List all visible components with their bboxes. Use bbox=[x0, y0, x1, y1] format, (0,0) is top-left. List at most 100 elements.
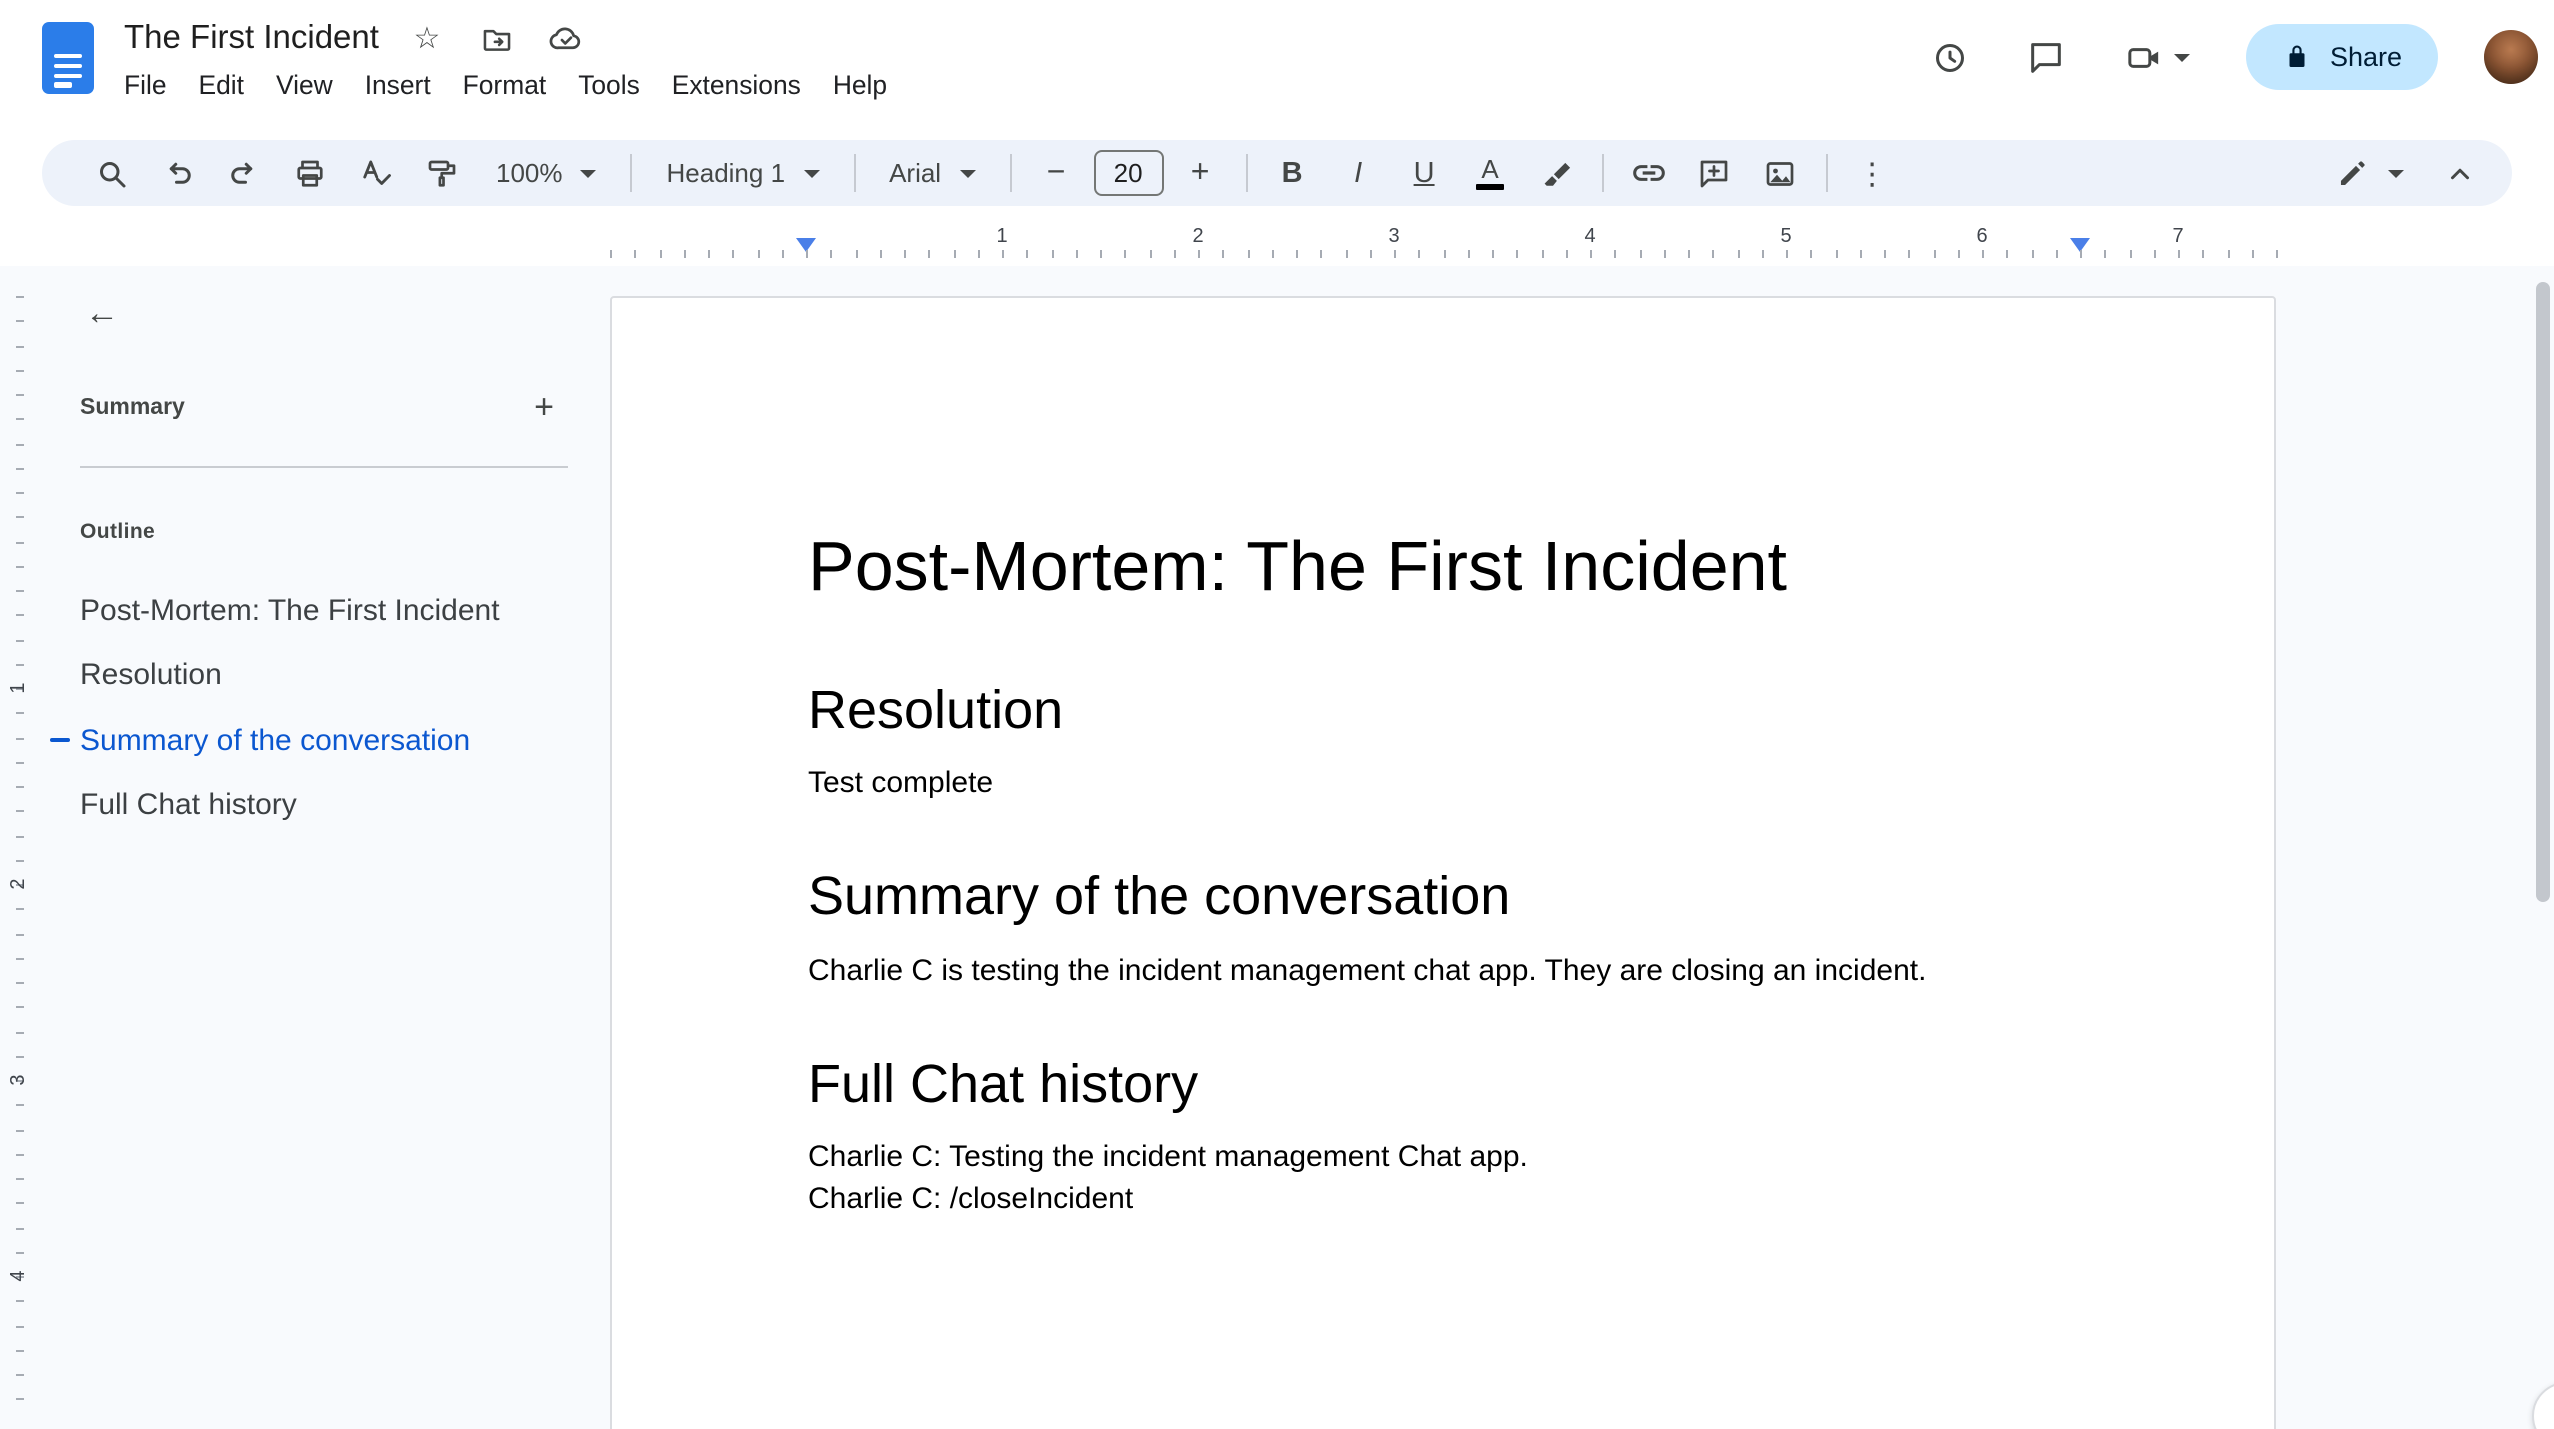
italic-button[interactable]: I bbox=[1332, 147, 1384, 199]
ruler-tick bbox=[1271, 250, 1274, 258]
redo-icon[interactable] bbox=[217, 147, 269, 199]
ruler-tick bbox=[1222, 250, 1225, 258]
right-indent-marker[interactable] bbox=[2070, 237, 2090, 251]
doc-paragraph[interactable]: Charlie C: /closeIncident bbox=[808, 1178, 2078, 1220]
paragraph-style-select[interactable]: Heading 1 bbox=[649, 147, 838, 199]
left-indent-marker[interactable] bbox=[796, 237, 816, 251]
summary-divider bbox=[80, 466, 568, 468]
insert-image-icon[interactable] bbox=[1754, 147, 1806, 199]
add-comment-icon[interactable] bbox=[1688, 147, 1740, 199]
menu-insert[interactable]: Insert bbox=[349, 62, 447, 110]
outline-panel: ← Summary + Outline Post-Mortem: The Fir… bbox=[0, 266, 600, 1429]
ruler-tick bbox=[1492, 250, 1494, 258]
ruler-tick bbox=[953, 250, 955, 258]
ruler-tick bbox=[1810, 250, 1813, 258]
user-avatar[interactable] bbox=[2484, 30, 2538, 84]
menu-file[interactable]: File bbox=[108, 62, 183, 110]
ruler-tick bbox=[1908, 250, 1911, 258]
ruler-tick bbox=[1516, 250, 1519, 258]
menu-help[interactable]: Help bbox=[817, 62, 903, 110]
editing-mode-button[interactable] bbox=[2318, 147, 2422, 199]
ruler-tick bbox=[806, 250, 808, 258]
doc-section-heading[interactable]: Summary of the conversation bbox=[808, 865, 2078, 930]
ruler-tick bbox=[928, 250, 931, 258]
scrollbar-thumb[interactable] bbox=[2535, 282, 2549, 902]
ruler-tick bbox=[2006, 250, 2009, 258]
document-page[interactable]: Post-Mortem: The First Incident Resoluti… bbox=[610, 296, 2276, 1429]
doc-body: Resolution Test complete Summary of the co… bbox=[808, 678, 2078, 1220]
outline-item[interactable]: Summary of the conversation bbox=[0, 708, 600, 773]
paint-format-icon[interactable] bbox=[415, 147, 467, 199]
ruler-tick bbox=[1247, 250, 1249, 258]
bold-button[interactable]: B bbox=[1266, 147, 1318, 199]
ruler-tick bbox=[2251, 250, 2254, 258]
ruler-tick bbox=[683, 250, 686, 258]
zoom-select[interactable]: 100% bbox=[478, 147, 615, 199]
share-button[interactable]: Share bbox=[2245, 24, 2438, 90]
print-icon[interactable] bbox=[283, 147, 335, 199]
scrollbar-track[interactable] bbox=[2530, 266, 2554, 1429]
insert-link-icon[interactable] bbox=[1622, 147, 1674, 199]
decrease-font-size-button[interactable]: − bbox=[1030, 147, 1082, 199]
share-label: Share bbox=[2329, 42, 2402, 72]
doc-paragraph[interactable]: Test complete bbox=[808, 763, 2078, 805]
docs-logo-lines bbox=[54, 54, 82, 92]
ruler-tick bbox=[855, 250, 857, 258]
zoom-value: 100% bbox=[496, 158, 563, 188]
font-size-input[interactable]: 20 bbox=[1093, 150, 1164, 196]
doc-paragraph[interactable]: Charlie C is testing the incident manage… bbox=[808, 950, 2078, 992]
add-summary-icon[interactable]: + bbox=[520, 384, 568, 432]
ruler-tick bbox=[1565, 250, 1568, 258]
undo-icon[interactable] bbox=[151, 147, 203, 199]
outline-item[interactable]: Post-Mortem: The First Incident bbox=[0, 578, 600, 643]
ruler-tick bbox=[2055, 250, 2058, 258]
comments-icon[interactable] bbox=[2018, 29, 2074, 85]
ruler-tick bbox=[1443, 250, 1445, 258]
ruler-tick bbox=[2153, 250, 2156, 258]
more-options-button[interactable]: ⋮ bbox=[1846, 147, 1898, 199]
outline-item-label: Full Chat history bbox=[80, 788, 297, 823]
horizontal-ruler[interactable]: 1 2 3 4 5 6 7 bbox=[0, 220, 2554, 266]
toolbar-divider bbox=[1245, 154, 1248, 192]
doc-paragraph[interactable]: Charlie C: Testing the incident manageme… bbox=[808, 1136, 2078, 1178]
doc-section-heading[interactable]: Full Chat history bbox=[808, 1052, 2078, 1117]
toolbar: 100% Heading 1 Arial − 20 + B I U A ⋮ bbox=[42, 140, 2512, 206]
ruler-tick bbox=[1957, 250, 1960, 258]
toolbar-divider bbox=[853, 154, 856, 192]
highlight-color-icon[interactable] bbox=[1530, 147, 1582, 199]
search-icon[interactable] bbox=[85, 147, 137, 199]
underline-button[interactable]: U bbox=[1398, 147, 1450, 199]
video-call-icon[interactable] bbox=[2114, 29, 2202, 85]
header: The First Incident ☆ File Edit View Insert F… bbox=[0, 0, 2554, 132]
doc-section-heading[interactable]: Resolution bbox=[808, 678, 2078, 743]
doc-title-heading[interactable]: Post-Mortem: The First Incident bbox=[808, 526, 2078, 610]
chevron-down-icon bbox=[803, 169, 820, 177]
cloud-saved-icon[interactable] bbox=[545, 16, 589, 60]
text-color-button[interactable]: A bbox=[1464, 147, 1516, 199]
move-folder-icon[interactable] bbox=[475, 16, 519, 60]
ruler-tick bbox=[1320, 250, 1323, 258]
ruler-tick bbox=[1737, 250, 1739, 258]
outline-item[interactable]: Full Chat history bbox=[0, 773, 600, 838]
ruler-tick bbox=[2276, 250, 2278, 258]
back-arrow-icon[interactable]: ← bbox=[76, 288, 128, 340]
menu-extensions[interactable]: Extensions bbox=[656, 62, 817, 110]
spellcheck-icon[interactable] bbox=[349, 147, 401, 199]
font-family-select[interactable]: Arial bbox=[871, 147, 993, 199]
star-icon[interactable]: ☆ bbox=[405, 16, 449, 60]
horizontal-ruler-scale: 1 2 3 4 5 6 7 bbox=[610, 220, 2278, 266]
toolbar-divider bbox=[630, 154, 633, 192]
menu-bar: File Edit View Insert Format Tools Extensions H… bbox=[108, 62, 903, 110]
ruler-tick bbox=[879, 250, 882, 258]
menu-edit[interactable]: Edit bbox=[183, 62, 260, 110]
version-history-icon[interactable] bbox=[1922, 29, 1978, 85]
increase-font-size-button[interactable]: + bbox=[1174, 147, 1226, 199]
outline-item[interactable]: Resolution bbox=[0, 643, 600, 708]
menu-format[interactable]: Format bbox=[447, 62, 563, 110]
docs-logo-icon[interactable] bbox=[42, 22, 94, 94]
document-title[interactable]: The First Incident bbox=[124, 19, 379, 57]
hide-menus-icon[interactable] bbox=[2433, 147, 2485, 199]
menu-tools[interactable]: Tools bbox=[562, 62, 656, 110]
menu-view[interactable]: View bbox=[260, 62, 349, 110]
ruler-tick bbox=[2227, 250, 2229, 258]
